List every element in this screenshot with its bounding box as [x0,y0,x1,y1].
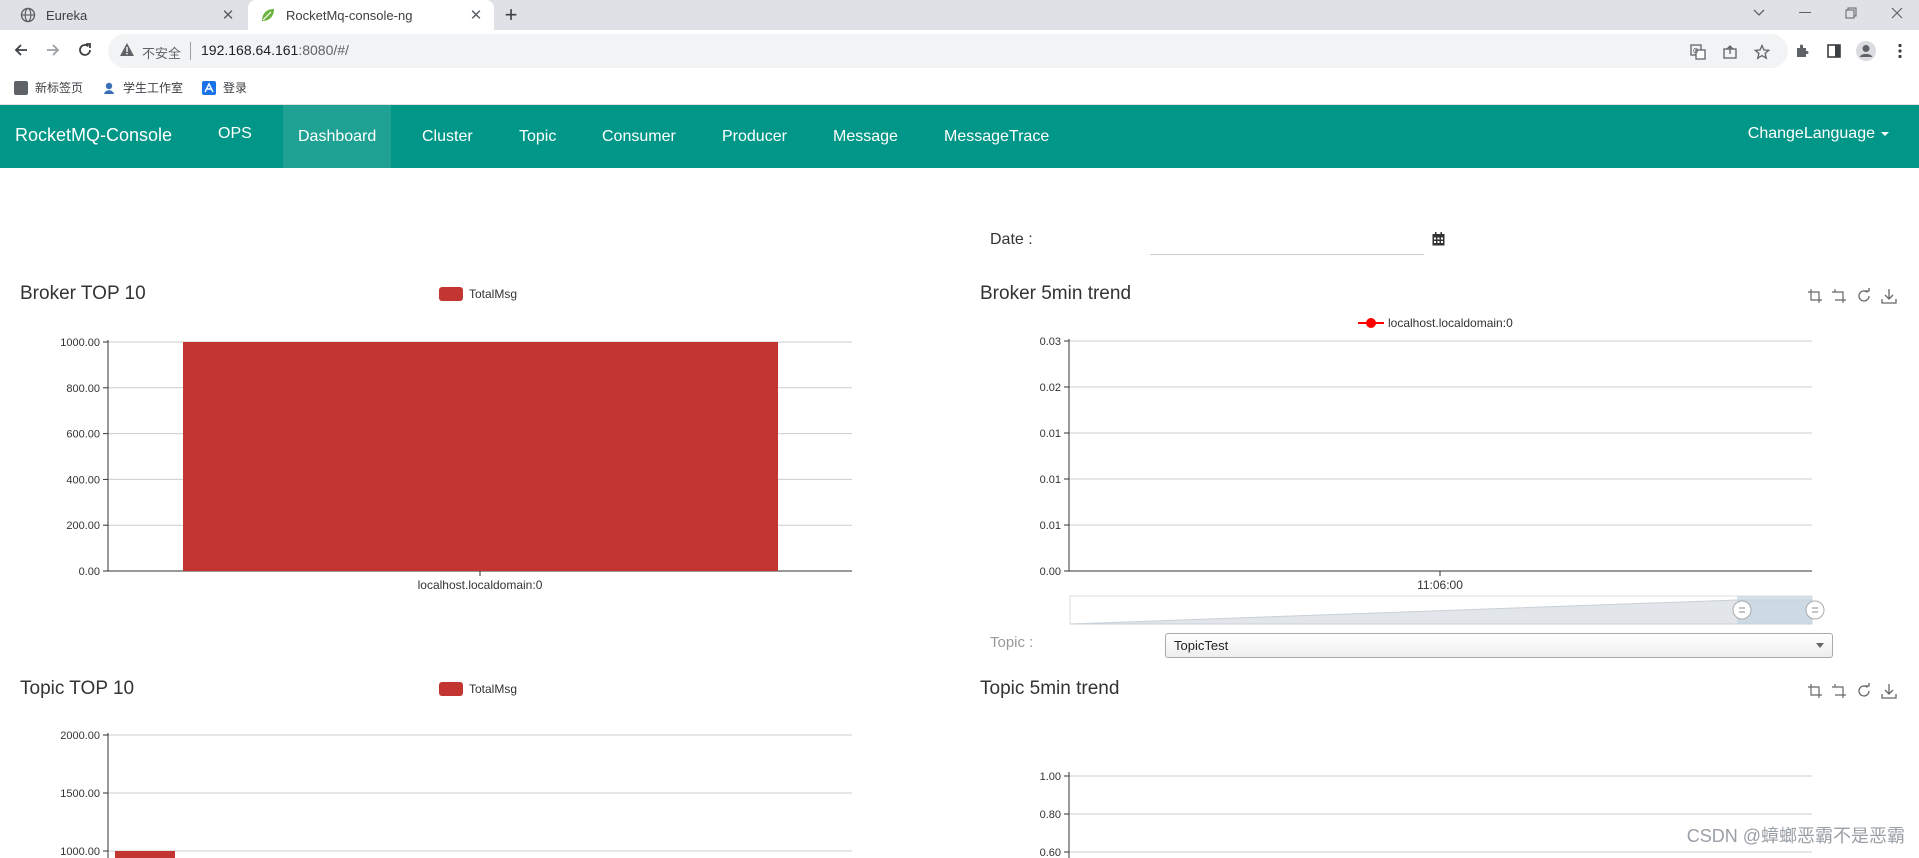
restore-icon[interactable] [1856,683,1872,699]
topic-label: Topic : [990,634,1034,651]
security-label: 不安全 [142,46,182,61]
broker-top10-chart: TotalMsg 0.00 200.00 400.00 600.00 800.00 1000… [60,287,852,592]
profile-avatar-icon[interactable] [1852,37,1880,65]
legend-marker [1366,318,1376,328]
tab-search-icon[interactable] [1736,0,1782,26]
legend-swatch [439,682,463,696]
caret-down-icon [1881,131,1889,136]
back-button[interactable] [6,35,36,65]
datazoom-handle [1805,600,1825,620]
bookmark-new-tab[interactable]: 新标签页 [14,79,83,96]
y-tick-label: 1500.00 [60,788,100,800]
bookmark-label: 登录 [223,81,248,95]
address-bar[interactable]: 不安全 192.168.64.161:8080/#/ G [108,34,1788,68]
nav-cluster[interactable]: Cluster [407,105,488,168]
nav-message[interactable]: Message [818,105,913,168]
bookmarks-bar: 新标签页 学生工作室 登录 [0,73,1919,105]
date-label: Date : [990,231,1033,248]
y-tick-label: 1000.00 [60,337,100,349]
star-icon[interactable] [1752,42,1772,62]
browser-tab-strip: Eureka ✕ RocketMq-console-ng ✕ + [0,0,1919,30]
grey-square-icon [14,80,28,95]
y-tick-label: 1000.00 [60,846,100,858]
side-panel-icon[interactable] [1820,37,1848,65]
brand-title[interactable]: RocketMQ-Console [15,125,172,146]
restore-button[interactable] [1828,0,1874,26]
svg-text:G: G [1693,48,1698,55]
legend-label: TotalMsg [469,682,517,696]
tab-title: Eureka [46,7,88,23]
forward-button[interactable] [38,35,68,65]
close-window-button[interactable] [1874,0,1919,26]
bookmark-label: 学生工作室 [123,81,184,95]
change-language-dropdown[interactable]: ChangeLanguage [1748,125,1889,143]
y-tick-label: 0.01 [1040,474,1061,486]
login-icon [202,80,216,95]
y-tick-label: 0.01 [1040,520,1061,532]
nav-ops[interactable]: OPS [203,102,267,165]
y-tick-label: 0.02 [1040,382,1061,394]
tab-eureka[interactable]: Eureka ✕ [8,0,246,30]
nav-messagetrace[interactable]: MessageTrace [929,105,1064,168]
y-tick-label: 800.00 [66,383,100,395]
close-icon[interactable]: ✕ [466,6,486,24]
y-tick-label: 0.00 [1040,566,1061,578]
bar [183,342,778,571]
y-tick-label: 400.00 [66,474,100,486]
datazoom-handle [1732,600,1752,620]
watermark: CSDN @蟑螂恶霸不是恶霸 [1686,826,1905,846]
topic-selected-value: TopicTest [1174,638,1229,653]
share-icon[interactable] [1720,42,1740,62]
y-tick-label: 0.60 [1040,847,1061,858]
nav-consumer[interactable]: Consumer [587,105,691,168]
select-arrow-icon [1816,643,1824,648]
student-studio-icon [102,81,116,95]
y-tick-label: 2000.00 [60,730,100,742]
y-tick-label: 600.00 [66,429,100,441]
legend-swatch [439,287,463,301]
nav-topic[interactable]: Topic [504,105,571,168]
y-tick-label: 0.03 [1040,336,1061,348]
y-tick-label: 200.00 [66,520,100,532]
browser-toolbar: 不安全 192.168.64.161:8080/#/ G [0,30,1919,73]
y-tick-label: 0.00 [79,566,100,578]
new-tab-button[interactable]: + [498,2,524,28]
topic-trend-title: Topic 5min trend [980,678,1120,699]
globe-icon [20,7,36,23]
reload-button[interactable] [70,35,100,65]
nav-producer[interactable]: Producer [707,105,802,168]
bookmark-login[interactable]: 登录 [202,79,247,96]
topic-top10-chart: TotalMsg 1000.00 1500.00 2000.00 [60,682,852,858]
nav-dashboard[interactable]: Dashboard [283,105,392,168]
legend-label: localhost.localdomain:0 [1388,316,1513,330]
x-tick-label: 11:06:00 [1417,578,1463,592]
calendar-icon[interactable] [1432,232,1445,251]
extensions-icon[interactable] [1788,37,1816,65]
translate-icon[interactable]: G [1688,42,1708,62]
close-icon[interactable]: ✕ [218,6,238,24]
bookmark-student-studio[interactable]: 学生工作室 [102,79,183,96]
url-text[interactable]: 192.168.64.161:8080/#/ [201,42,349,58]
zoom-icon[interactable] [1807,683,1823,699]
tab-title: RocketMq-console-ng [286,7,413,23]
leaf-icon [260,7,276,23]
bookmark-label: 新标签页 [35,81,84,95]
y-tick-label: 0.01 [1040,428,1061,440]
minimize-button[interactable] [1782,0,1828,26]
bar [115,851,175,858]
divider [190,42,191,60]
y-tick-label: 0.80 [1040,809,1061,821]
app-navbar: RocketMQ-Console OPS Dashboard Cluster T… [0,105,1919,168]
warning-icon[interactable] [120,43,134,61]
topic-select[interactable]: TopicTest [1165,633,1833,658]
y-tick-label: 1.00 [1040,771,1061,783]
date-input[interactable] [1150,228,1424,255]
save-image-icon[interactable] [1881,683,1897,699]
broker-trend-chart: localhost.localdomain:0 0.00 0.01 0.01 0.01 0… [1040,316,1825,625]
legend-label: TotalMsg [469,287,517,301]
tab-rocketmq-console[interactable]: RocketMq-console-ng ✕ [248,0,494,30]
x-tick-label: localhost.localdomain:0 [418,578,543,592]
menu-icon[interactable] [1886,37,1914,65]
zoom-reset-icon[interactable] [1831,683,1847,699]
